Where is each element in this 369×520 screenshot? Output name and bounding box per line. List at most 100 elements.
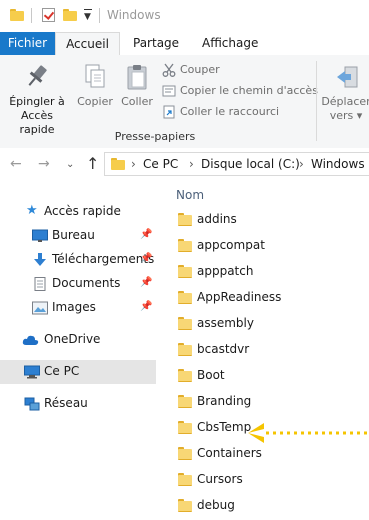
list-item[interactable]: apppatch (170, 260, 369, 286)
folder-name: appcompat (197, 238, 265, 252)
nav-item-network[interactable]: Réseau (0, 392, 156, 416)
tab-view[interactable]: Affichage (202, 32, 258, 55)
nav-item-pictures[interactable]: Images 📌 (0, 296, 156, 320)
copy-path-icon (162, 85, 176, 97)
desktop-icon (32, 229, 48, 242)
chevron-right-icon[interactable]: › (189, 157, 194, 171)
breadcrumb-local-disk[interactable]: Disque local (C:) (201, 157, 300, 171)
title-bar: ▼ Windows (0, 0, 369, 32)
copy-path-label: Copier le chemin d'accès (180, 84, 318, 97)
navigation-pane: ★ Accès rapide Bureau 📌 Téléchargements … (0, 180, 156, 469)
forward-arrow-icon[interactable]: → (38, 156, 50, 172)
chevron-right-icon[interactable]: › (131, 157, 136, 171)
nav-item-downloads[interactable]: Téléchargements 📌 (0, 248, 156, 272)
folder-icon (178, 473, 192, 486)
nav-item-label: Documents (52, 276, 121, 290)
customize-toolbar-icon[interactable]: ▼ (84, 9, 92, 22)
divider (99, 8, 100, 23)
paste-label: Coller (121, 95, 153, 108)
chevron-right-icon[interactable]: › (299, 157, 304, 171)
nav-item-onedrive[interactable]: OneDrive (0, 328, 156, 352)
pin-icon: 📌 (140, 301, 153, 312)
breadcrumb-windows[interactable]: Windows (311, 157, 365, 171)
nav-item-this-pc[interactable]: Ce PC (0, 360, 156, 384)
folder-name: apppatch (197, 264, 254, 278)
pin-icon (28, 65, 47, 86)
star-icon: ★ (26, 203, 38, 218)
list-item[interactable]: bcastdvr (170, 338, 369, 364)
folder-name: Cursors (197, 472, 243, 486)
nav-item-label: Images (52, 300, 96, 314)
folder-icon (178, 291, 192, 304)
tab-home[interactable]: Accueil (55, 32, 120, 56)
folder-icon (178, 317, 192, 330)
cloud-icon (22, 335, 39, 345)
list-item[interactable]: Cursors (170, 468, 369, 494)
back-arrow-icon[interactable]: ← (10, 156, 22, 172)
folder-icon (178, 239, 192, 252)
nav-item-label: Réseau (44, 396, 88, 410)
tab-file[interactable]: Fichier (0, 32, 55, 55)
list-item[interactable]: Containers (170, 442, 369, 468)
scissors-icon (162, 63, 176, 77)
column-header-name[interactable]: Nom (176, 188, 204, 202)
folder-icon (178, 421, 192, 434)
breadcrumb-this-pc[interactable]: Ce PC (143, 157, 178, 171)
pin-icon: 📌 (140, 253, 153, 264)
pin-quick-access-button[interactable]: Épingler à Accès rapide (4, 63, 70, 137)
tab-share[interactable]: Partage (133, 32, 179, 55)
address-bar[interactable]: › Ce PC › Disque local (C:) › Windows (104, 152, 369, 176)
copy-icon (85, 64, 105, 88)
folder-name: Branding (197, 394, 252, 408)
nav-item-label: OneDrive (44, 332, 101, 346)
properties-icon[interactable] (42, 8, 55, 22)
folder-name: Containers (197, 446, 262, 460)
recent-locations-chevron-icon[interactable]: ⌄ (66, 159, 74, 170)
folder-icon (178, 265, 192, 278)
annotation-arrow-icon (248, 423, 369, 443)
nav-item-desktop[interactable]: Bureau 📌 (0, 224, 156, 248)
list-item[interactable]: assembly (170, 312, 369, 338)
copy-label: Copier (77, 95, 113, 108)
pin-label-line1: Épingler à (9, 95, 65, 108)
list-item[interactable]: addins (170, 208, 369, 234)
folder-icon (178, 213, 192, 226)
folder-name: assembly (197, 316, 254, 330)
list-item[interactable]: Branding (170, 390, 369, 416)
nav-item-documents[interactable]: Documents 📌 (0, 272, 156, 296)
nav-item-quick-access[interactable]: ★ Accès rapide (0, 200, 156, 224)
nav-item-label: Accès rapide (44, 204, 121, 218)
list-item[interactable]: Boot (170, 364, 369, 390)
move-to-icon (337, 66, 358, 88)
folder-name: debug (197, 498, 235, 512)
nav-item-label: Téléchargements (52, 252, 155, 266)
paste-shortcut-icon (163, 105, 175, 119)
up-arrow-icon[interactable]: ↑ (86, 154, 99, 173)
list-item[interactable]: debug (170, 494, 369, 520)
folder-icon (178, 343, 192, 356)
nav-item-label: Ce PC (44, 364, 80, 378)
computer-icon (24, 365, 40, 379)
pin-icon: 📌 (140, 229, 153, 240)
folder-icon (178, 447, 192, 460)
copy-button[interactable]: Copier (76, 63, 114, 109)
window-title: Windows (107, 8, 161, 22)
paste-button[interactable]: Coller (118, 63, 156, 109)
folder-name: Boot (197, 368, 225, 382)
paste-shortcut-label: Coller le raccourci (180, 105, 280, 118)
folder-icon (178, 499, 192, 512)
network-icon (24, 397, 40, 411)
list-item[interactable]: appcompat (170, 234, 369, 260)
folder-icon (111, 158, 125, 170)
ribbon: Épingler à Accès rapide Copier Coller Co… (0, 55, 369, 149)
new-folder-icon[interactable] (63, 9, 77, 21)
move-to-label-line2: vers ▾ (329, 109, 363, 122)
list-item[interactable]: AppReadiness (170, 286, 369, 312)
move-to-button[interactable]: Déplacer vers ▾ (320, 63, 369, 123)
documents-icon (34, 277, 46, 291)
navigation-bar: ← → ⌄ ↑ › Ce PC › Disque local (C:) › Wi… (0, 148, 369, 180)
clipboard-group-label: Presse-papiers (114, 130, 196, 143)
ribbon-tabs: Fichier Accueil Partage Affichage (0, 32, 369, 56)
folder-name: addins (197, 212, 237, 226)
folder-icon (178, 369, 192, 382)
